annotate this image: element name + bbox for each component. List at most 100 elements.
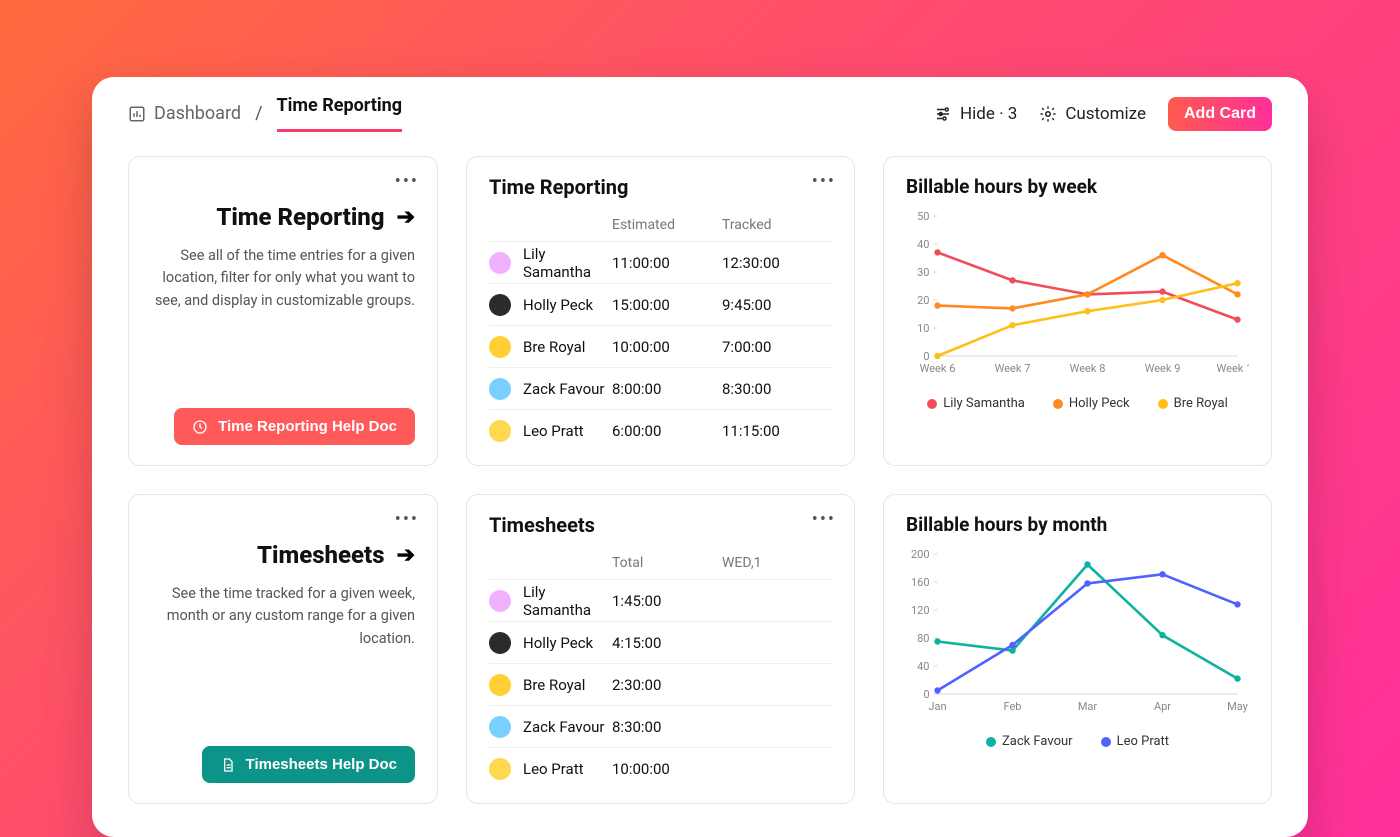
legend-item[interactable]: Leo Pratt — [1101, 734, 1169, 749]
customize-button[interactable]: Customize — [1039, 104, 1146, 124]
legend-item[interactable]: Zack Favour — [986, 734, 1073, 749]
table-row[interactable]: Zack Favour8:30:00 — [489, 705, 832, 747]
info2-title: Timesheets — [257, 541, 385, 569]
card-menu-icon[interactable]: ••• — [812, 509, 836, 530]
estimated-cell: 10:00:00 — [612, 338, 722, 356]
estimated-cell: 11:00:00 — [612, 254, 722, 272]
tracked-cell: 8:30:00 — [722, 380, 832, 398]
board-grid: ••• Time Reporting ➔ See all of the time… — [92, 132, 1308, 804]
breadcrumb-current: Time Reporting — [277, 95, 403, 132]
svg-text:Mar: Mar — [1078, 700, 1098, 713]
avatar — [489, 294, 511, 316]
clock-icon — [192, 419, 208, 435]
svg-text:May: May — [1227, 700, 1249, 713]
avatar — [489, 336, 511, 358]
legend-dot-icon — [1158, 399, 1168, 409]
svg-text:Week 7: Week 7 — [995, 362, 1031, 375]
info-card-time-reporting: ••• Time Reporting ➔ See all of the time… — [128, 156, 438, 466]
arrow-right-icon[interactable]: ➔ — [397, 543, 415, 568]
customize-label: Customize — [1065, 104, 1146, 124]
estimated-cell: 8:00:00 — [612, 380, 722, 398]
avatar — [489, 378, 511, 400]
table-row[interactable]: Leo Pratt 10:00:00 — [489, 747, 832, 789]
card-menu-icon[interactable]: ••• — [812, 171, 836, 192]
legend-dot-icon — [986, 737, 996, 747]
legend-item[interactable]: Bre Royal — [1158, 396, 1228, 411]
svg-text:200: 200 — [911, 548, 930, 561]
person-cell: Holly Peck — [489, 294, 612, 316]
timesheets-title: Timesheets — [489, 513, 832, 537]
chart-card-week: Billable hours by week 01020304050Week 6… — [883, 156, 1272, 466]
col-total: Total — [612, 555, 722, 571]
estimated-cell: 15:00:00 — [612, 296, 722, 314]
total-cell: 10:00:00 — [612, 760, 722, 778]
legend-item[interactable]: Lily Samantha — [927, 396, 1025, 411]
person-cell: Holly Peck — [489, 632, 612, 654]
card-menu-icon[interactable]: ••• — [395, 171, 419, 192]
person-cell: Leo Pratt — [489, 758, 612, 780]
document-icon — [220, 757, 236, 773]
info1-desc: See all of the time entries for a given … — [151, 245, 415, 312]
time-reporting-help-button[interactable]: Time Reporting Help Doc — [174, 408, 415, 445]
breadcrumb-root[interactable]: Dashboard — [128, 103, 241, 124]
table-row[interactable]: Bre Royal2:30:00 — [489, 663, 832, 705]
chart1-svg: 01020304050Week 6Week 7Week 8Week 9Week … — [906, 210, 1249, 380]
svg-text:Week 6: Week 6 — [920, 362, 956, 375]
add-card-button[interactable]: Add Card — [1168, 97, 1272, 131]
info2-desc: See the time tracked for a given week, m… — [151, 583, 415, 650]
person-cell: Zack Favour — [489, 378, 612, 400]
svg-text:30: 30 — [917, 266, 929, 279]
avatar — [489, 590, 511, 612]
svg-text:10: 10 — [917, 322, 929, 335]
person-cell: Lily Samantha — [489, 245, 612, 281]
avatar — [489, 632, 511, 654]
chart2-legend: Zack Favour Leo Pratt — [884, 722, 1271, 749]
arrow-right-icon[interactable]: ➔ — [397, 205, 415, 230]
person-cell: Leo Pratt — [489, 420, 612, 442]
legend-item[interactable]: Holly Peck — [1053, 396, 1130, 411]
person-name: Bre Royal — [523, 676, 585, 694]
total-cell: 4:15:00 — [612, 634, 722, 652]
person-name: Leo Pratt — [523, 760, 584, 778]
table-row[interactable]: Zack Favour8:00:008:30:00 — [489, 367, 832, 409]
hide-label: Hide · 3 — [960, 104, 1017, 124]
topbar-actions: Hide · 3 Customize Add Card — [934, 97, 1272, 131]
legend-dot-icon — [1101, 737, 1111, 747]
table-row[interactable]: Holly Peck15:00:009:45:00 — [489, 283, 832, 325]
svg-text:Week 8: Week 8 — [1070, 362, 1106, 375]
hide-button[interactable]: Hide · 3 — [934, 104, 1017, 124]
breadcrumb-separator: / — [255, 103, 262, 124]
table-row[interactable]: Leo Pratt6:00:0011:15:00 — [489, 409, 832, 451]
avatar — [489, 420, 511, 442]
table-header: Total WED,1 — [489, 537, 832, 577]
svg-text:80: 80 — [917, 632, 929, 645]
person-name: Leo Pratt — [523, 422, 584, 440]
table-row[interactable]: Holly Peck4:15:00 — [489, 621, 832, 663]
card-timesheets-table: ••• Timesheets Total WED,1 Lily Samantha… — [466, 494, 855, 804]
total-cell: 8:30:00 — [612, 718, 722, 736]
person-cell: Zack Favour — [489, 716, 612, 738]
estimated-cell: 6:00:00 — [612, 422, 722, 440]
person-name: Holly Peck — [523, 296, 593, 314]
chart2-title: Billable hours by month — [884, 495, 1271, 548]
breadcrumb-root-label: Dashboard — [154, 103, 241, 124]
table-row[interactable]: Lily Samantha1:45:00 — [489, 579, 832, 621]
chart1-legend: Lily Samantha Holly Peck Bre Royal — [884, 384, 1271, 411]
gear-icon — [1039, 105, 1057, 123]
legend-dot-icon — [927, 399, 937, 409]
svg-text:Feb: Feb — [1004, 700, 1022, 713]
sliders-icon — [934, 105, 952, 123]
person-cell: Bre Royal — [489, 674, 612, 696]
avatar — [489, 716, 511, 738]
table-row[interactable]: Lily Samantha11:00:0012:30:00 — [489, 241, 832, 283]
table-row[interactable]: Bre Royal10:00:007:00:00 — [489, 325, 832, 367]
info-card-timesheets: ••• Timesheets ➔ See the time tracked fo… — [128, 494, 438, 804]
breadcrumb: Dashboard / Time Reporting — [128, 95, 402, 132]
person-name: Lily Samantha — [523, 583, 612, 619]
svg-text:Jan: Jan — [928, 700, 946, 713]
col-estimated: Estimated — [612, 217, 722, 233]
card-menu-icon[interactable]: ••• — [395, 509, 419, 530]
chart-card-month: Billable hours by month 04080120160200Ja… — [883, 494, 1272, 804]
chart2-svg: 04080120160200JanFebMarAprMay — [906, 548, 1249, 718]
timesheets-help-button[interactable]: Timesheets Help Doc — [202, 746, 415, 783]
